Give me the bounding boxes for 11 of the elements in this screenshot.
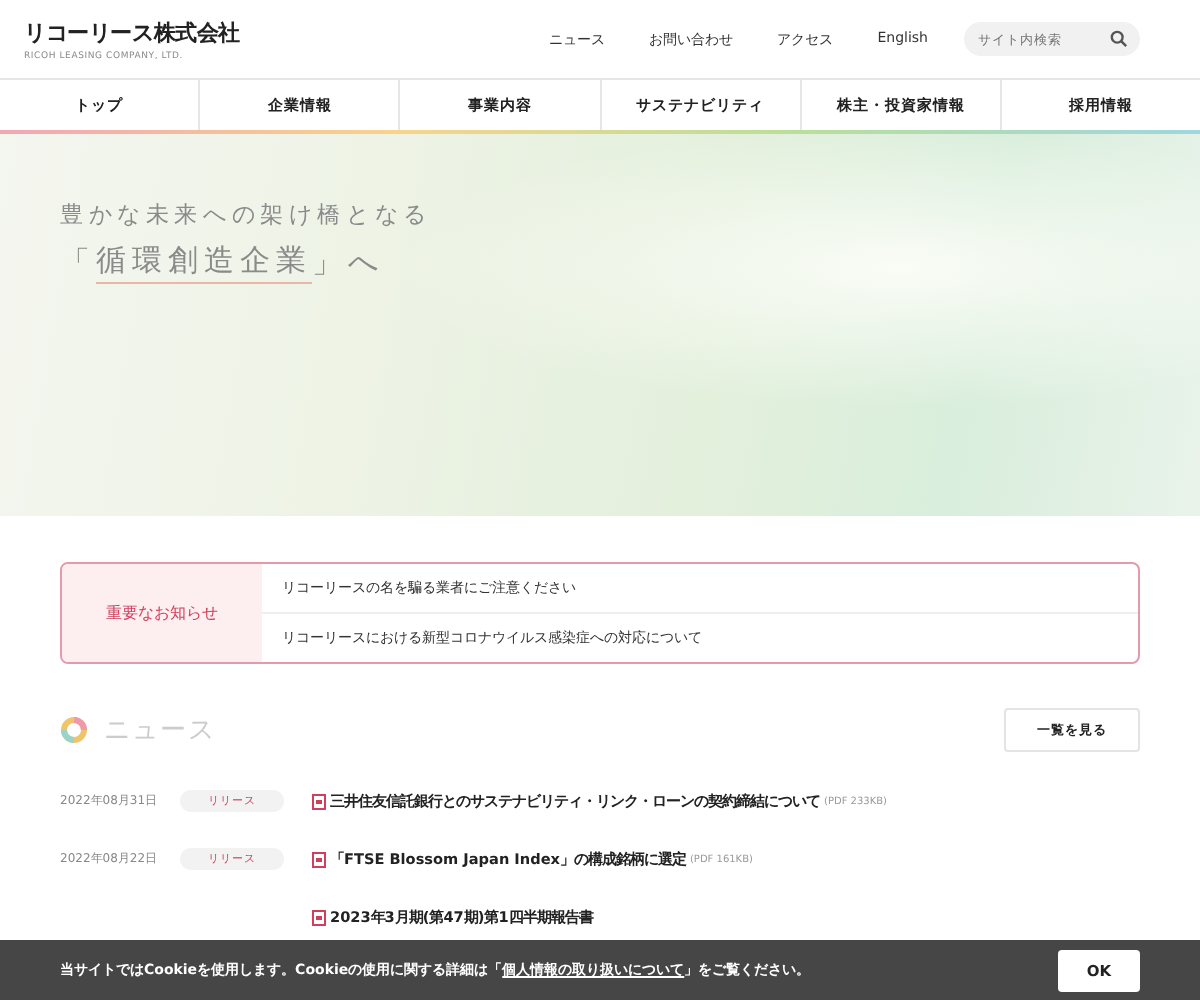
hero-bracket: 「: [60, 244, 96, 282]
hero-bracket: 」へ: [312, 244, 384, 282]
pdf-icon: [312, 851, 326, 867]
notice-label: 重要なお知らせ: [106, 602, 218, 624]
pdf-icon: [312, 909, 326, 925]
pdf-icon: [312, 793, 326, 809]
company-logo[interactable]: リコーリース株式会社: [24, 17, 241, 47]
search-icon[interactable]: [1110, 30, 1128, 48]
ring-icon: [60, 716, 88, 744]
hero-headline: 循環創造企業: [96, 242, 312, 284]
hero-tagline: 豊かな未来への架け橋となる: [60, 200, 434, 230]
